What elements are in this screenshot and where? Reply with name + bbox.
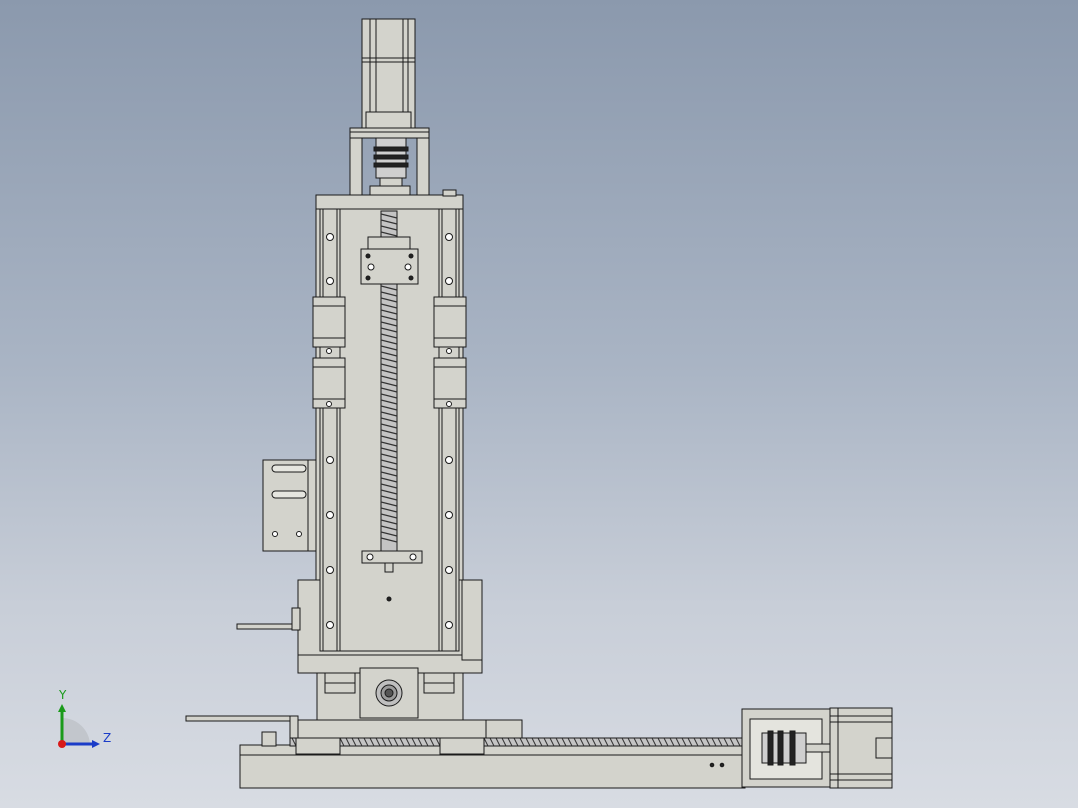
vertical-servo-motor xyxy=(361,18,416,130)
shaft-coupling xyxy=(369,137,411,196)
ball-nut-block xyxy=(360,236,419,285)
y-axis-label: Y xyxy=(59,688,67,702)
horizontal-sensor-bracket xyxy=(185,715,299,739)
left-linear-rail xyxy=(319,208,341,652)
sensor-bracket xyxy=(262,459,317,552)
z-axis-label: Z xyxy=(103,731,112,745)
cad-viewport[interactable]: Y Z xyxy=(0,0,1078,808)
horizontal-ball-screw xyxy=(289,737,743,747)
horizontal-servo-motor xyxy=(829,707,893,789)
right-linear-rail xyxy=(438,208,460,652)
vertical-axis-mount-block xyxy=(316,667,464,722)
x-axis-dot xyxy=(58,740,66,748)
linear-module-drawing xyxy=(185,18,893,789)
